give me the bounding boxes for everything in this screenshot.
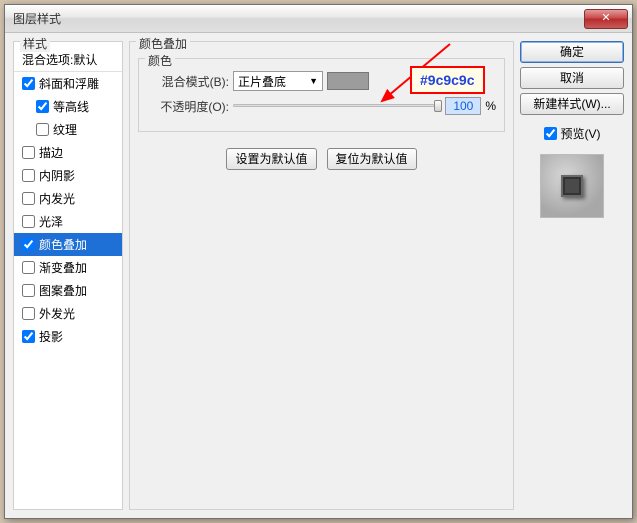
set-default-button[interactable]: 设置为默认值 [226,148,316,170]
styles-list: 混合选项:默认斜面和浮雕等高线纹理描边内阴影内发光光泽颜色叠加渐变叠加图案叠加外… [14,48,122,348]
style-checkbox-5[interactable] [22,192,35,205]
blend-mode-value: 正片叠底 [238,73,286,90]
style-label-3: 描边 [39,144,63,161]
panel-title: 颜色叠加 [136,35,190,52]
style-item-2[interactable]: 纹理 [14,118,122,141]
style-item-7[interactable]: 颜色叠加 [14,233,122,256]
style-checkbox-11[interactable] [22,330,35,343]
style-item-4[interactable]: 内阴影 [14,164,122,187]
style-label-9: 图案叠加 [39,282,87,299]
close-button[interactable]: ✕ [584,9,628,29]
style-item-3[interactable]: 描边 [14,141,122,164]
style-item-5[interactable]: 内发光 [14,187,122,210]
styles-legend: 样式 [20,35,50,52]
style-label-0: 斜面和浮雕 [39,75,99,92]
blend-mode-select[interactable]: 正片叠底 ▼ [233,71,323,91]
style-item-0[interactable]: 斜面和浮雕 [14,72,122,95]
window-title: 图层样式 [13,10,584,27]
styles-panel: 样式 混合选项:默认斜面和浮雕等高线纹理描边内阴影内发光光泽颜色叠加渐变叠加图案… [13,41,123,510]
style-item-8[interactable]: 渐变叠加 [14,256,122,279]
style-label-8: 渐变叠加 [39,259,87,276]
opacity-input[interactable] [445,97,481,115]
opacity-row: 不透明度(O): % [147,97,496,115]
style-item-6[interactable]: 光泽 [14,210,122,233]
layer-style-dialog: 图层样式 ✕ 样式 混合选项:默认斜面和浮雕等高线纹理描边内阴影内发光光泽颜色叠… [4,4,633,519]
dialog-body: 样式 混合选项:默认斜面和浮雕等高线纹理描边内阴影内发光光泽颜色叠加渐变叠加图案… [5,33,632,518]
style-checkbox-4[interactable] [22,169,35,182]
chevron-down-icon: ▼ [309,76,318,86]
opacity-unit: % [485,99,496,113]
style-checkbox-7[interactable] [22,238,35,251]
style-label-1: 等高线 [53,98,89,115]
style-item-9[interactable]: 图案叠加 [14,279,122,302]
style-checkbox-10[interactable] [22,307,35,320]
color-group-legend: 颜色 [145,52,175,69]
style-checkbox-6[interactable] [22,215,35,228]
style-item-10[interactable]: 外发光 [14,302,122,325]
style-label-2: 纹理 [53,121,77,138]
options-panel: 颜色叠加 颜色 混合模式(B): 正片叠底 ▼ 不透明度(O): [129,41,514,510]
style-checkbox-9[interactable] [22,284,35,297]
style-checkbox-3[interactable] [22,146,35,159]
color-swatch[interactable] [327,72,369,90]
slider-thumb[interactable] [434,100,442,112]
style-checkbox-1[interactable] [36,100,49,113]
style-label-11: 投影 [39,328,63,345]
cancel-button[interactable]: 取消 [520,67,624,89]
style-item-11[interactable]: 投影 [14,325,122,348]
preview-checkbox[interactable] [544,127,557,140]
action-panel: 确定 取消 新建样式(W)... 预览(V) [520,41,624,510]
default-buttons-row: 设置为默认值 复位为默认值 [138,148,505,170]
style-label-6: 光泽 [39,213,63,230]
style-label-5: 内发光 [39,190,75,207]
style-checkbox-0[interactable] [22,77,35,90]
new-style-button[interactable]: 新建样式(W)... [520,93,624,115]
preview-toggle[interactable]: 预览(V) [520,125,624,142]
opacity-label: 不透明度(O): [147,98,229,115]
style-checkbox-8[interactable] [22,261,35,274]
blend-mode-label: 混合模式(B): [147,73,229,90]
preview-icon [561,175,583,197]
reset-default-button[interactable]: 复位为默认值 [327,148,417,170]
style-checkbox-2[interactable] [36,123,49,136]
ok-button[interactable]: 确定 [520,41,624,63]
style-label-4: 内阴影 [39,167,75,184]
style-label-10: 外发光 [39,305,75,322]
annotation-hex: #9c9c9c [410,66,485,94]
titlebar[interactable]: 图层样式 ✕ [5,5,632,33]
preview-thumbnail [540,154,604,218]
style-item-1[interactable]: 等高线 [14,95,122,118]
style-label-7: 颜色叠加 [39,236,87,253]
preview-label: 预览(V) [561,125,601,142]
opacity-slider[interactable] [233,99,441,113]
